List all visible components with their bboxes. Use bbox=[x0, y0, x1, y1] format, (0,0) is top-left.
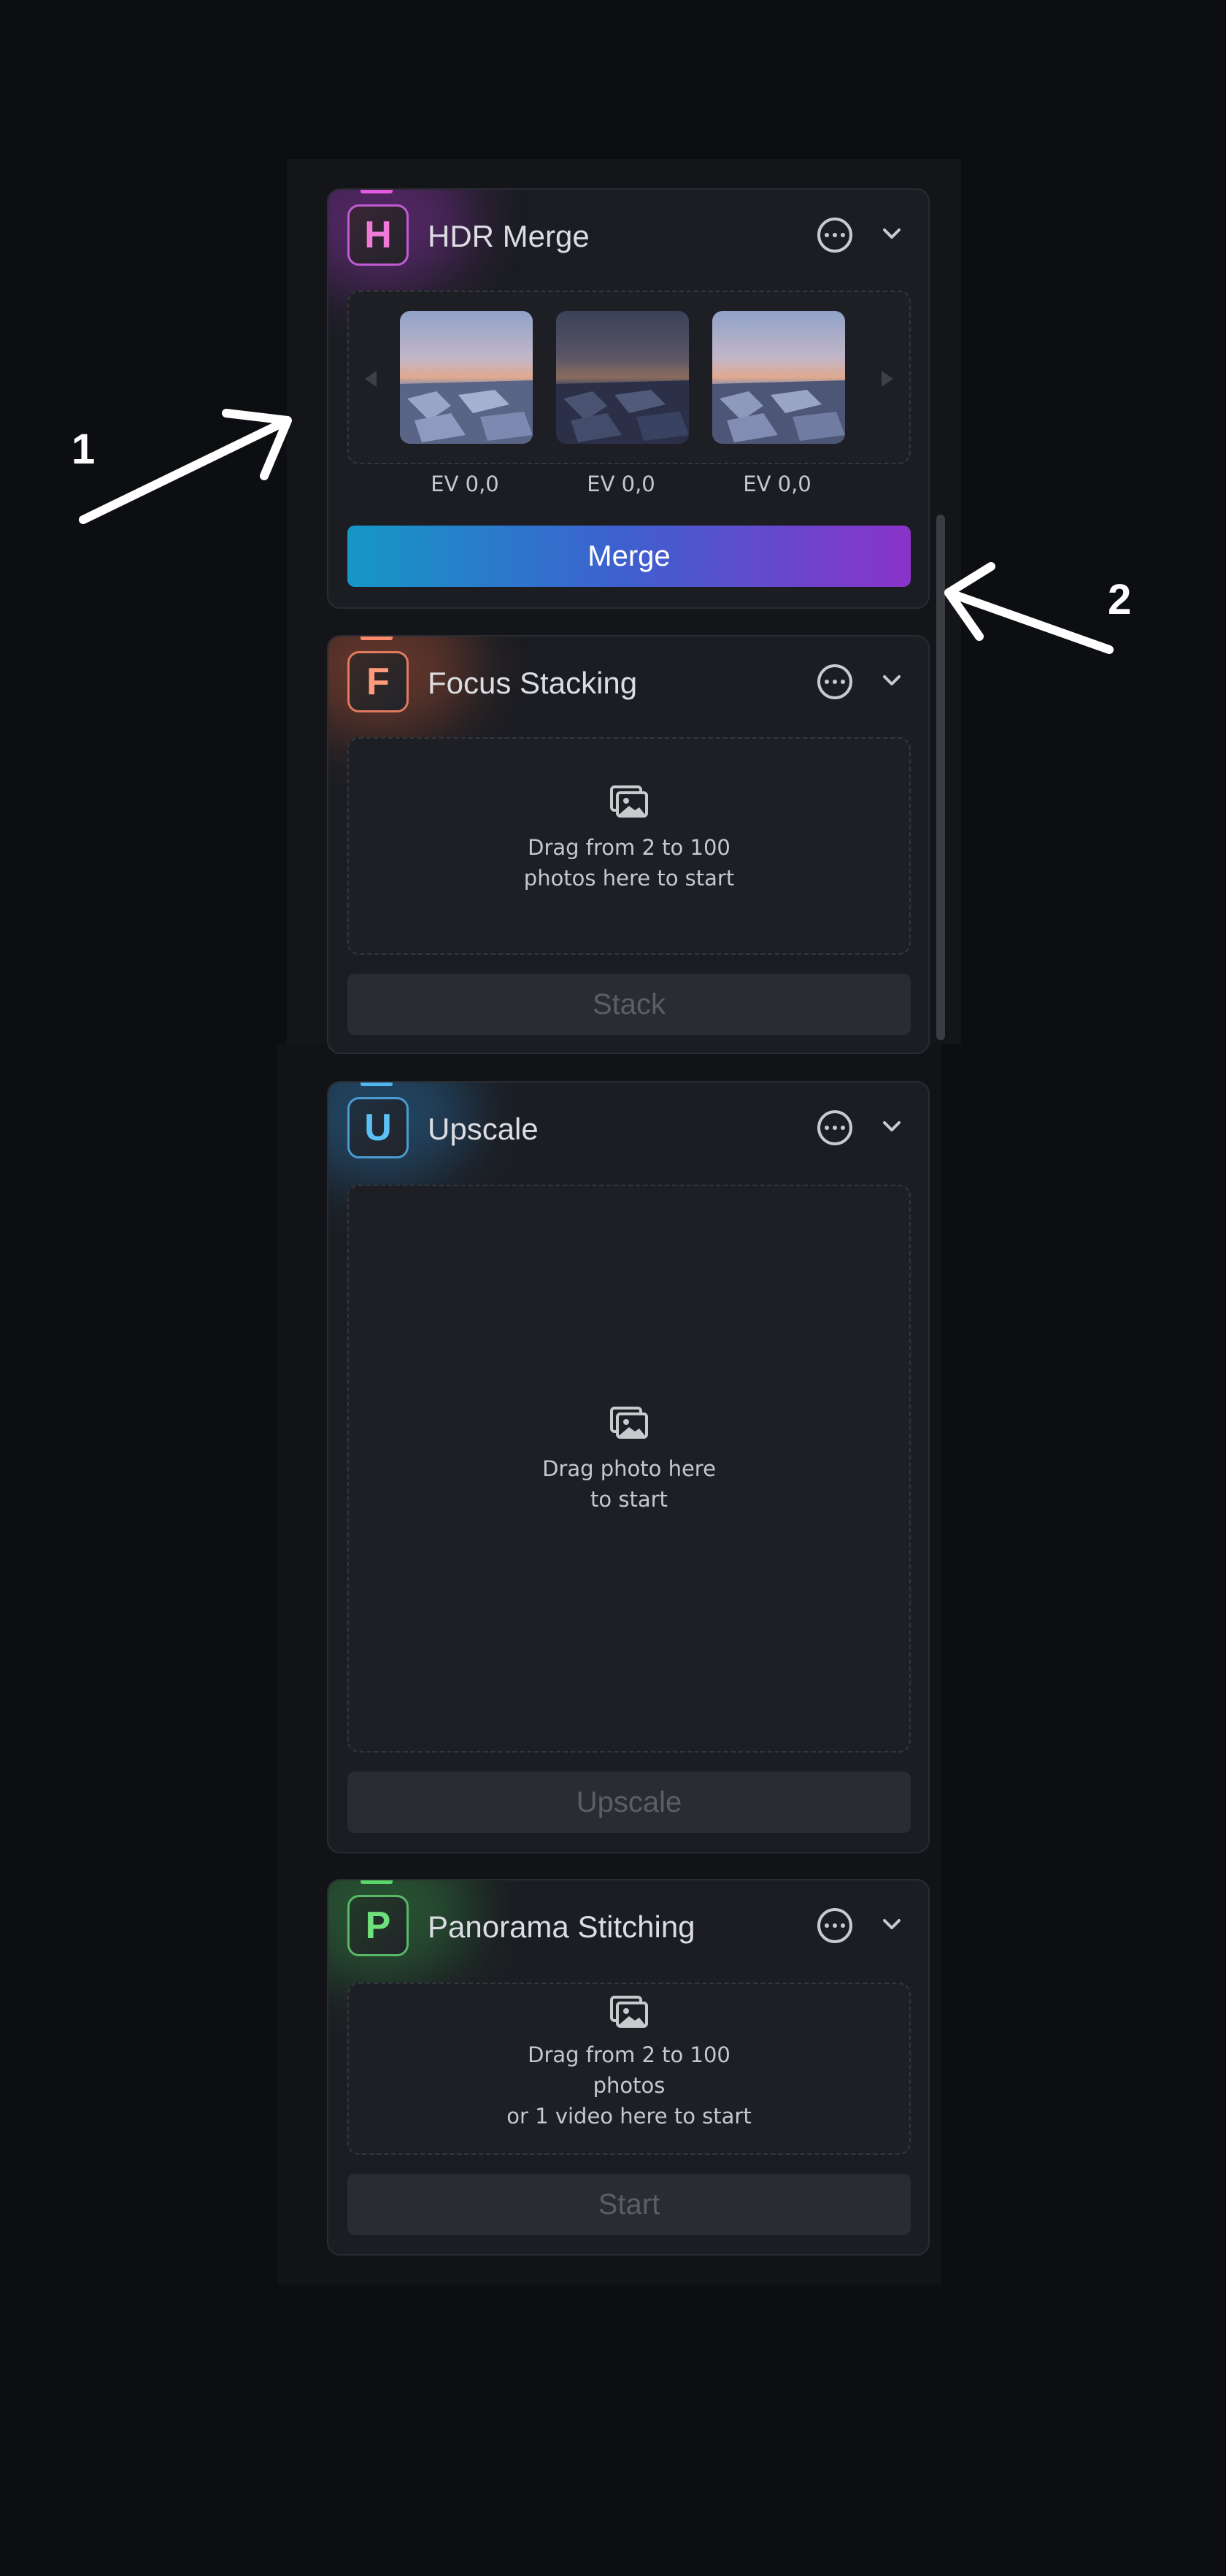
chevron-down-icon[interactable] bbox=[877, 1910, 906, 1939]
upscale-accent-tab bbox=[361, 1083, 393, 1086]
upscale-dropzone[interactable]: Drag photo here to start bbox=[347, 1185, 911, 1753]
chevron-down-icon[interactable] bbox=[877, 219, 906, 248]
arrow-icon bbox=[79, 409, 292, 524]
panorama-stitching-card: P Panorama Stitching Drag from 2 to 100 … bbox=[327, 1879, 930, 2256]
upscale-drop-text-line2: to start bbox=[590, 1487, 668, 1512]
more-icon[interactable] bbox=[817, 1908, 852, 1943]
hdr-accent-tab bbox=[361, 190, 393, 193]
upscale-card: U Upscale Drag photo here to start Upsca… bbox=[327, 1081, 930, 1853]
page: H HDR Merge EV 0,0 EV 0,0 EV 0,0 Merge F… bbox=[0, 0, 1226, 2576]
focus-accent-tab bbox=[361, 637, 393, 640]
hdr-badge-icon: H bbox=[347, 204, 409, 266]
panorama-stitching-header[interactable]: P Panorama Stitching bbox=[328, 1895, 928, 1961]
panorama-dropzone[interactable]: Drag from 2 to 100 photos or 1 video her… bbox=[347, 1983, 911, 2155]
hdr-thumbnail-1[interactable] bbox=[400, 311, 533, 444]
panorama-stitching-title: Panorama Stitching bbox=[428, 1910, 695, 1944]
hdr-merge-title: HDR Merge bbox=[428, 219, 590, 253]
more-icon[interactable] bbox=[817, 664, 852, 699]
chevron-right-icon[interactable] bbox=[882, 371, 893, 387]
more-icon[interactable] bbox=[817, 1110, 852, 1145]
focus-stacking-title: Focus Stacking bbox=[428, 666, 638, 700]
focus-drop-text-line2: photos here to start bbox=[523, 866, 735, 891]
focus-stacking-header[interactable]: F Focus Stacking bbox=[328, 651, 928, 717]
chevron-down-icon[interactable] bbox=[877, 666, 906, 695]
hdr-merge-header[interactable]: H HDR Merge bbox=[328, 204, 928, 270]
stack-button[interactable]: Stack bbox=[347, 974, 911, 1035]
ev-label-3: EV 0,0 bbox=[743, 472, 811, 496]
merge-button[interactable]: Merge bbox=[347, 526, 911, 587]
focus-drop-text-line1: Drag from 2 to 100 bbox=[528, 835, 730, 860]
focus-badge-icon: F bbox=[347, 651, 409, 712]
upscale-header[interactable]: U Upscale bbox=[328, 1097, 928, 1163]
photos-icon bbox=[610, 1407, 648, 1439]
chevron-left-icon[interactable] bbox=[365, 371, 377, 387]
focus-stacking-card: F Focus Stacking Drag from 2 to 100 phot… bbox=[327, 635, 930, 1054]
upscale-title: Upscale bbox=[428, 1112, 539, 1146]
hdr-thumbnail-2[interactable] bbox=[556, 311, 689, 444]
arrow-icon bbox=[944, 562, 1114, 654]
photos-icon bbox=[610, 785, 648, 818]
start-button[interactable]: Start bbox=[347, 2174, 911, 2235]
ev-label-2: EV 0,0 bbox=[587, 472, 655, 496]
upscale-badge-icon: U bbox=[347, 1097, 409, 1158]
panorama-drop-text-line3: or 1 video here to start bbox=[506, 2104, 752, 2129]
upscale-button[interactable]: Upscale bbox=[347, 1772, 911, 1833]
photos-icon bbox=[610, 1996, 648, 2028]
hdr-thumbnail-strip[interactable] bbox=[347, 291, 911, 464]
upscale-drop-text-line1: Drag photo here bbox=[542, 1456, 716, 1481]
hdr-merge-card: H HDR Merge EV 0,0 EV 0,0 EV 0,0 Merge bbox=[327, 188, 930, 609]
panorama-badge-icon: P bbox=[347, 1895, 409, 1956]
ev-label-1: EV 0,0 bbox=[431, 472, 499, 496]
panorama-drop-text-line2: photos bbox=[593, 2073, 666, 2098]
focus-stacking-dropzone[interactable]: Drag from 2 to 100 photos here to start bbox=[347, 737, 911, 955]
panorama-drop-text-line1: Drag from 2 to 100 bbox=[528, 2042, 730, 2067]
more-icon[interactable] bbox=[817, 218, 852, 253]
chevron-down-icon[interactable] bbox=[877, 1112, 906, 1141]
panorama-accent-tab bbox=[361, 1880, 393, 1884]
hdr-thumbnail-3[interactable] bbox=[712, 311, 845, 444]
